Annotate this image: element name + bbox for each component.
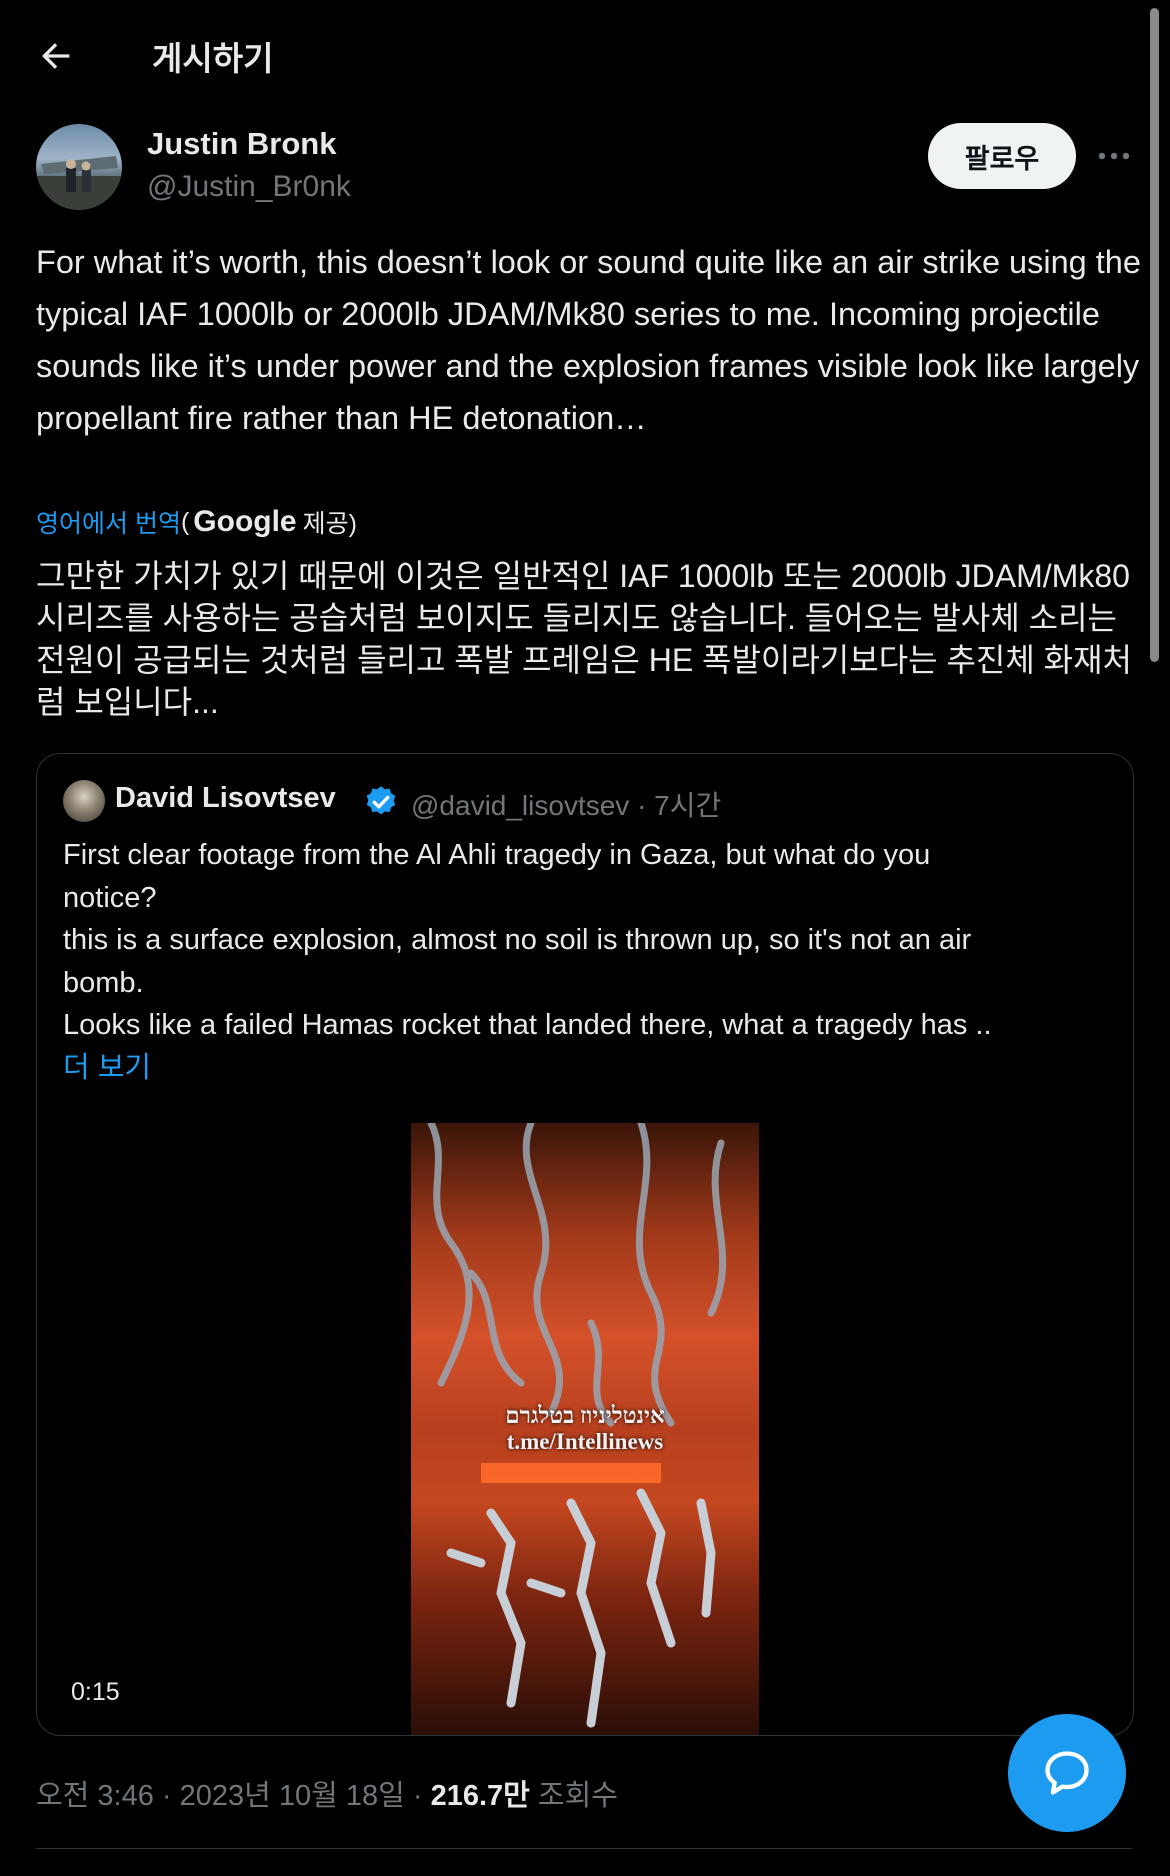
views-count: 216.7만 — [430, 1780, 530, 1812]
views-label: 조회수 — [529, 1780, 618, 1812]
scrollbar[interactable] — [1150, 8, 1159, 662]
avatar[interactable] — [36, 124, 122, 210]
tweet-text: For what it’s worth, this doesn’t look o… — [36, 244, 1141, 436]
video-watermark-link: t.me/Intellinews — [506, 1429, 664, 1454]
divider — [36, 1848, 1132, 1849]
quote-line: notice? — [63, 881, 157, 914]
video-watermark-hebrew: אינטליניוז בטלגרם — [505, 1403, 665, 1428]
chat-button[interactable] — [1008, 1714, 1126, 1832]
arrow-left-icon[interactable] — [36, 36, 76, 76]
page-title: 게시하기 — [152, 40, 274, 77]
video-thumbnail[interactable]: אינטליניוז בטלגרם t.me/Intellinews — [411, 1123, 759, 1735]
quote-handle-time: @david_lisovtsev · 7시간 — [411, 790, 722, 821]
quote-text: First clear footage from the Al Ahli tra… — [63, 834, 1103, 1089]
more-icon[interactable] — [1096, 140, 1132, 172]
follow-button[interactable]: 팔로우 — [928, 123, 1076, 189]
show-more-link[interactable]: 더 보기 — [63, 1047, 1103, 1090]
translate-link[interactable]: 영어에서 번역 — [36, 504, 181, 540]
quote-line: bomb. — [63, 966, 144, 999]
google-logo: Google — [193, 505, 297, 538]
video-duration: 0:15 — [71, 1678, 120, 1706]
tweet-meta: 오전 3:46 · 2023년 10월 18일 · 216.7만 조회수 — [36, 1772, 618, 1814]
verified-icon — [366, 786, 396, 815]
translated-text: 그만한 가치가 있기 때문에 이것은 일반적인 IAF 1000lb 또는 20… — [36, 558, 1132, 720]
quote-avatar[interactable] — [63, 780, 105, 822]
timestamp[interactable]: 오전 3:46 · 2023년 10월 18일 · — [36, 1780, 431, 1812]
author-handle[interactable]: @Justin_Br0nk — [147, 170, 351, 204]
top-bar: 게시하기 — [0, 0, 1170, 110]
quote-line: Looks like a failed Hamas rocket that la… — [63, 1009, 992, 1041]
translation-attribution: 영어에서 번역 ( Google 제공) — [36, 502, 357, 542]
quote-line: this is a surface explosion, almost no s… — [63, 924, 972, 956]
quote-line: First clear footage from the Al Ahli tra… — [63, 839, 931, 871]
quote-author-name: David Lisovtsev — [115, 782, 336, 814]
author-name[interactable]: Justin Bronk — [147, 126, 336, 162]
quoted-tweet-card[interactable]: David Lisovtsev @david_lisovtsev · 7시간 F… — [36, 753, 1134, 1736]
translate-close: 제공) — [302, 510, 357, 538]
translate-open-paren: ( — [180, 507, 190, 536]
chat-bubble-icon — [1045, 1751, 1089, 1795]
